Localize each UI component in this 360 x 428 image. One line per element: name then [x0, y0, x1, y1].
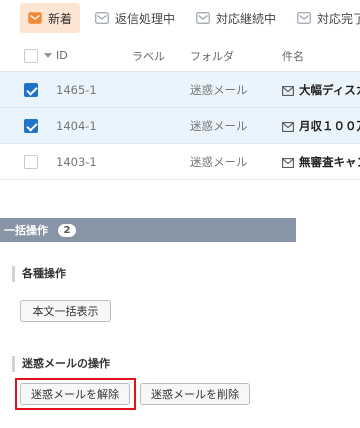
- row-id: 1403-1: [56, 154, 97, 169]
- envelope-icon: [282, 121, 294, 132]
- tab-new[interactable]: 新着: [20, 3, 81, 33]
- table-header: ID ラベル フォルダ 件名: [0, 40, 360, 72]
- highlight-box: [15, 378, 136, 410]
- mail-icon: [196, 12, 210, 24]
- col-id-header[interactable]: ID: [56, 49, 132, 62]
- section-title-general: 各種操作: [12, 266, 66, 282]
- status-tabs: 新着 返信処理中 対応継続中 対応完了: [0, 0, 360, 36]
- row-subject[interactable]: 月収１００万: [299, 118, 360, 134]
- tab-replying-label: 返信処理中: [115, 11, 176, 26]
- mail-icon: [95, 12, 109, 24]
- tab-in-progress[interactable]: 対応継続中: [188, 3, 282, 33]
- row-checkbox[interactable]: [24, 82, 38, 97]
- message-table: ID ラベル フォルダ 件名 1465-1 迷惑メール 大幅ディスカ 1404-…: [0, 40, 360, 180]
- tab-new-label: 新着: [48, 11, 73, 26]
- select-all-checkbox[interactable]: [24, 48, 38, 63]
- table-row[interactable]: 1404-1 迷惑メール 月収１００万: [0, 108, 360, 144]
- row-folder: 迷惑メール: [190, 154, 248, 169]
- mail-icon: [297, 12, 311, 24]
- row-folder: 迷惑メール: [190, 82, 248, 97]
- table-row[interactable]: 1403-1 迷惑メール 無審査キャン: [0, 144, 360, 180]
- bulk-title: 一括操作: [4, 224, 48, 237]
- row-subject[interactable]: 大幅ディスカ: [299, 82, 360, 98]
- section-title-spam: 迷惑メールの操作: [12, 356, 110, 372]
- tab-in-progress-label: 対応継続中: [216, 11, 277, 26]
- chevron-down-icon[interactable]: [44, 53, 52, 58]
- tab-completed[interactable]: 対応完了: [289, 3, 360, 33]
- row-checkbox[interactable]: [24, 154, 38, 169]
- mail-icon: [28, 12, 42, 24]
- col-subject-header[interactable]: 件名: [282, 48, 360, 64]
- row-id: 1404-1: [56, 118, 97, 133]
- row-folder: 迷惑メール: [190, 118, 248, 133]
- tab-replying[interactable]: 返信処理中: [87, 3, 181, 33]
- selected-count-badge: 2: [58, 223, 76, 237]
- delete-spam-button[interactable]: 迷惑メールを削除: [140, 383, 250, 405]
- bulk-actions-bar: 一括操作 2: [0, 218, 296, 242]
- col-label-header[interactable]: ラベル: [132, 48, 190, 64]
- envelope-icon: [282, 85, 294, 96]
- tab-completed-label: 対応完了: [317, 11, 360, 26]
- row-id: 1465-1: [56, 82, 97, 97]
- row-checkbox[interactable]: [24, 118, 38, 133]
- select-all[interactable]: [0, 48, 56, 63]
- envelope-icon: [282, 157, 294, 168]
- col-folder-header[interactable]: フォルダ: [190, 48, 282, 64]
- show-all-bodies-button[interactable]: 本文一括表示: [20, 300, 111, 322]
- row-subject[interactable]: 無審査キャン: [299, 154, 360, 170]
- table-row[interactable]: 1465-1 迷惑メール 大幅ディスカ: [0, 72, 360, 108]
